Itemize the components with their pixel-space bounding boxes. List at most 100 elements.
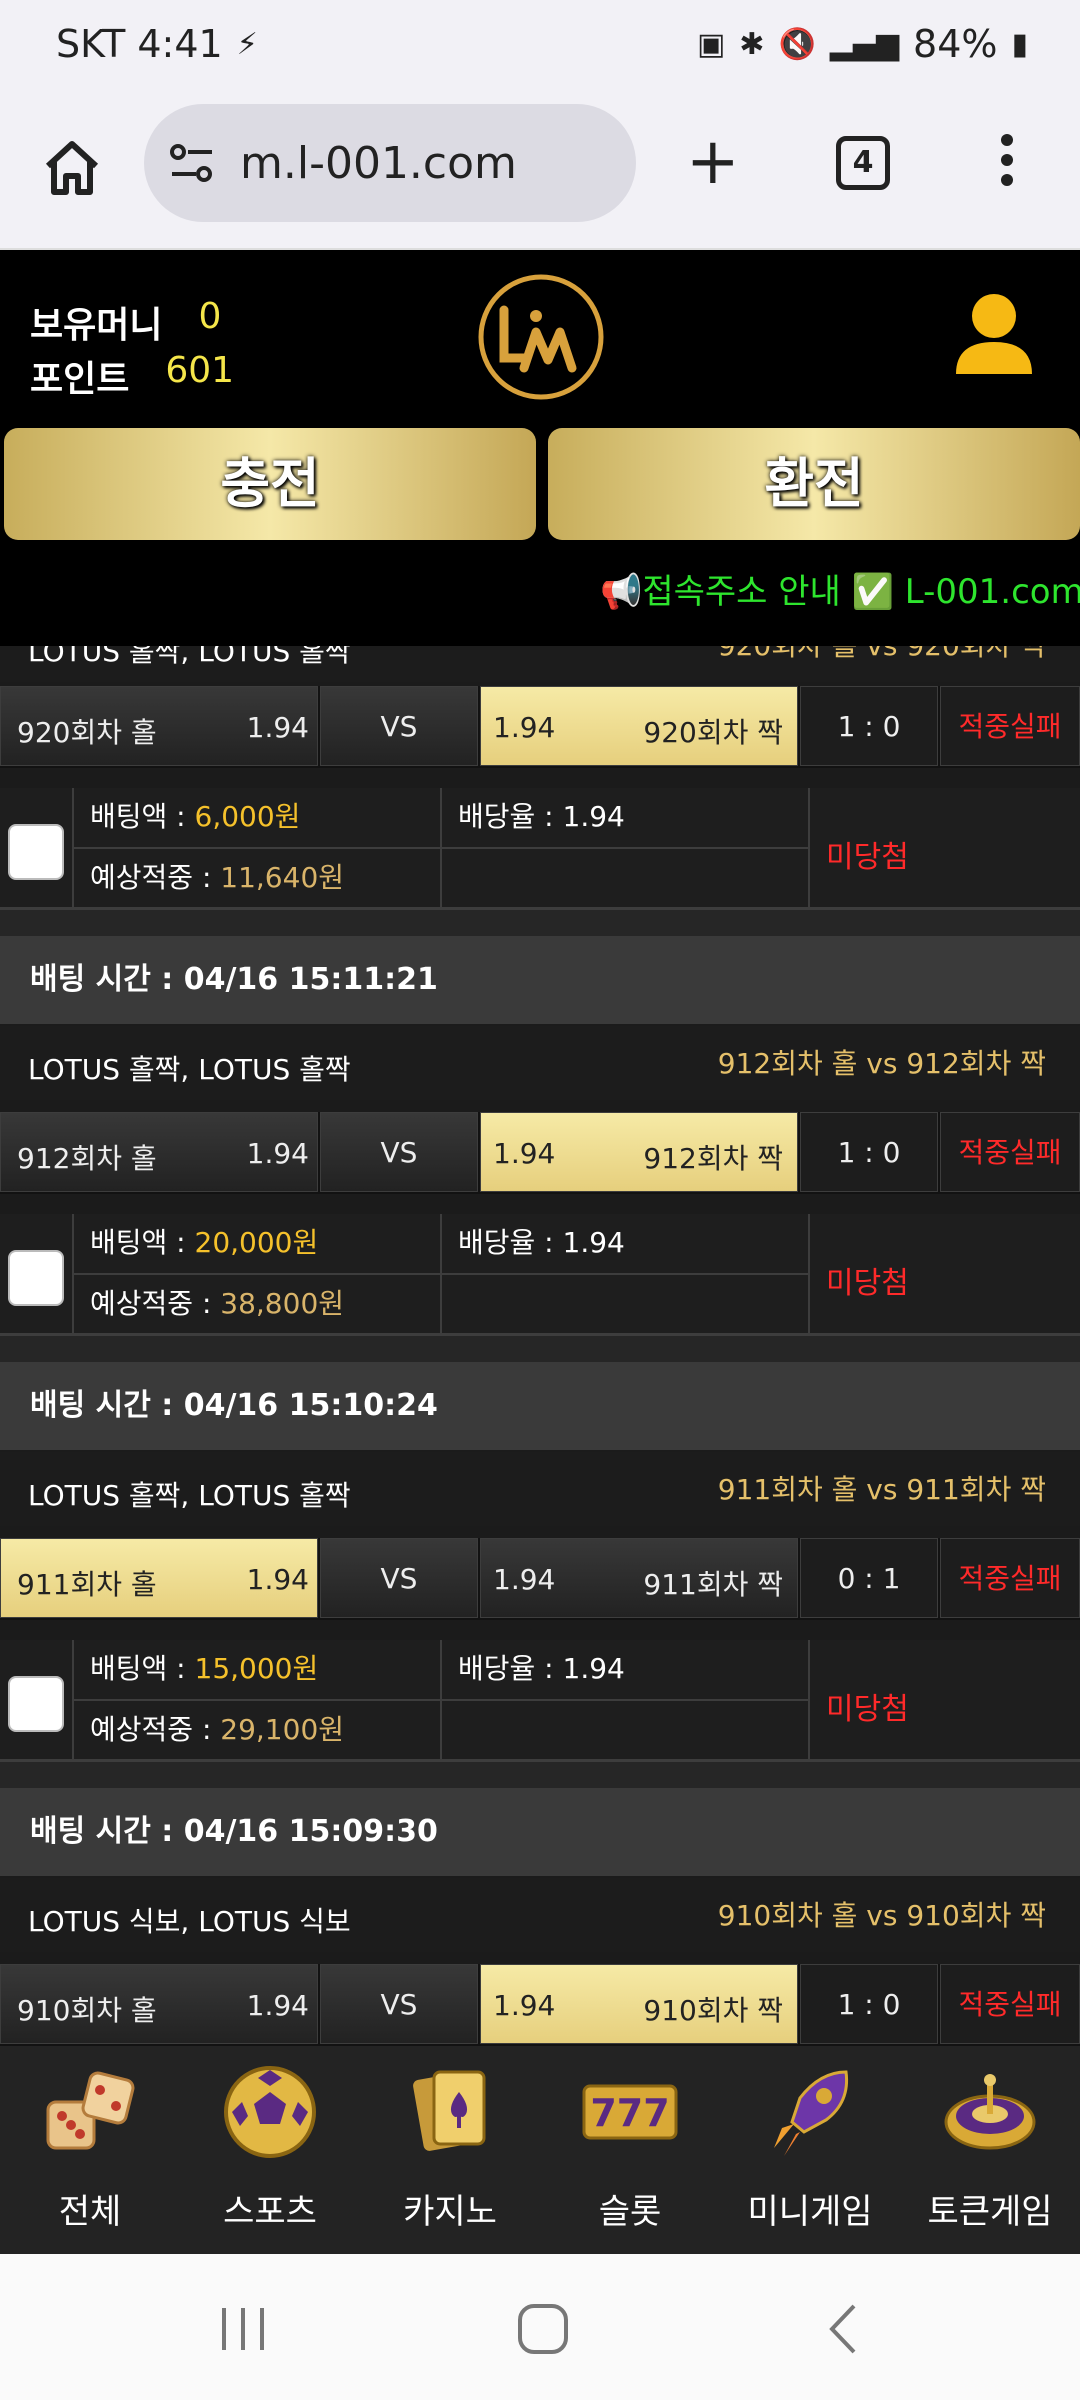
- expected-label: 예상적중 :: [90, 861, 221, 894]
- away-odds: 1.94: [493, 1563, 556, 1596]
- nav-label: 카지노: [403, 2192, 497, 2232]
- home-option[interactable]: 912회차 홀 1.94: [0, 1112, 318, 1192]
- round-vs-info: 911회차 홀 vs 911회차 짝: [717, 1473, 1046, 1506]
- away-option-selected[interactable]: 1.94 920회차 짝: [480, 686, 798, 766]
- bluetooth-icon: ✱: [739, 26, 765, 62]
- notice-marquee: 📢접속주소 안내 ✅ L-001.com: [600, 572, 1080, 612]
- separator: [0, 1336, 1080, 1362]
- game-name: LOTUS 홀짝, LOTUS 홀짝: [28, 646, 351, 668]
- expected-value: 11,640원: [220, 861, 345, 894]
- browser-toolbar: m.l-001.com + 4: [0, 96, 1080, 250]
- away-option[interactable]: 1.94 911회차 짝: [480, 1538, 798, 1618]
- bet-select-checkbox[interactable]: [8, 1250, 64, 1306]
- expected-win-cell: 예상적중 : 38,800원: [74, 1275, 442, 1336]
- away-option-selected[interactable]: 1.94 910회차 짝: [480, 1964, 798, 2044]
- round-vs-info: 910회차 홀 vs 910회차 짝: [717, 1899, 1046, 1932]
- vs-divider: VS: [320, 1112, 478, 1192]
- bet-time-header: 배팅 시간 : 04/16 15:10:24: [0, 1362, 1080, 1450]
- lte-signal-icon: ▂▄▆: [829, 26, 900, 62]
- home-label: 910회차 홀: [17, 1994, 157, 2027]
- money-label: 보유머니: [30, 305, 163, 346]
- bet-amount-cell: 배팅액 : 6,000원: [74, 788, 442, 849]
- win-status: 미당첨: [826, 1266, 909, 1301]
- points-label: 포인트: [30, 359, 130, 400]
- separator: [0, 1762, 1080, 1788]
- away-option-selected[interactable]: 1.94 912회차 짝: [480, 1112, 798, 1192]
- home-label: 920회차 홀: [17, 716, 157, 749]
- home-option-selected[interactable]: 911회차 홀 1.94: [0, 1538, 318, 1618]
- game-name: LOTUS 홀짝, LOTUS 홀짝: [28, 1053, 351, 1086]
- away-label: 920회차 짝: [643, 716, 783, 749]
- nav-label: 스포츠: [223, 2192, 317, 2232]
- svg-text:777: 777: [590, 2091, 669, 2135]
- address-bar[interactable]: m.l-001.com: [144, 104, 636, 222]
- bottom-category-nav: 전체 스포츠 카지노 777 슬롯 미니게임 토큰게임: [0, 2046, 1080, 2254]
- bet-select-checkbox[interactable]: [8, 1676, 64, 1732]
- home-label: 911회차 홀: [17, 1568, 157, 1601]
- expected-win-cell: 예상적중 : 11,640원: [74, 849, 442, 910]
- home-nav-icon[interactable]: [508, 2294, 578, 2364]
- score: 1 : 0: [800, 686, 938, 766]
- result-status: 적중실패: [940, 1538, 1080, 1618]
- status-bar: SKT 4:41 ⚡ ▣ ✱ 🔇 ▂▄▆ 84% ▮: [0, 0, 1080, 96]
- expected-label: 예상적중 :: [90, 1287, 221, 1320]
- rocket-icon: [774, 2070, 849, 2156]
- bet-select-checkbox[interactable]: [8, 824, 64, 880]
- charge-button[interactable]: 충전: [4, 428, 536, 540]
- home-icon[interactable]: [40, 136, 104, 200]
- odds-rate-cell: 배당율 : 1.94: [442, 1640, 810, 1701]
- system-navigation-bar: [0, 2254, 1080, 2400]
- recent-apps-icon[interactable]: [208, 2294, 278, 2364]
- nav-token-game[interactable]: 토큰게임: [900, 2046, 1080, 2254]
- bet-detail: 배팅액 : 20,000원 배당율 : 1.94 예상적중 : 38,800원 …: [0, 1214, 1080, 1336]
- nav-slot[interactable]: 777 슬롯: [540, 2046, 720, 2254]
- nav-minigame[interactable]: 미니게임: [720, 2046, 900, 2254]
- money-row: 보유머니 0: [30, 296, 221, 348]
- game-info-row: LOTUS 홀짝, LOTUS 홀짝 920회차 홀 vs 920회차 짝: [0, 646, 1080, 682]
- more-menu-icon[interactable]: [994, 134, 1020, 194]
- user-profile-icon[interactable]: [952, 292, 1036, 378]
- dice-icon: [46, 2071, 135, 2150]
- new-tab-icon[interactable]: +: [686, 130, 740, 194]
- status-left: SKT 4:41 ⚡: [56, 22, 258, 66]
- no-signal-alert-icon: ⚡: [236, 26, 258, 62]
- cards-icon: [413, 2070, 486, 2151]
- bet-detail-grid: 배팅액 : 20,000원 배당율 : 1.94 예상적중 : 38,800원: [72, 1214, 810, 1336]
- away-odds: 1.94: [493, 1137, 556, 1170]
- carrier-time: SKT 4:41: [56, 22, 223, 66]
- bet-amount-cell: 배팅액 : 15,000원: [74, 1640, 442, 1701]
- battery-icon: ▮: [1011, 26, 1028, 62]
- home-odds: 1.94: [246, 1989, 309, 2022]
- home-odds: 1.94: [246, 711, 309, 744]
- battery-percent: 84%: [913, 22, 998, 66]
- round-vs-info: 912회차 홀 vs 912회차 짝: [717, 1047, 1046, 1080]
- nav-all[interactable]: 전체: [0, 2046, 180, 2254]
- nav-sports[interactable]: 스포츠: [180, 2046, 360, 2254]
- home-option[interactable]: 920회차 홀 1.94: [0, 686, 318, 766]
- bet-amount-label: 배팅액 :: [90, 800, 195, 833]
- odds-rate-cell: 배당율 : 1.94: [442, 788, 810, 849]
- nav-casino[interactable]: 카지노: [360, 2046, 540, 2254]
- home-odds: 1.94: [246, 1137, 309, 1170]
- away-odds: 1.94: [493, 1989, 556, 2022]
- home-option[interactable]: 910회차 홀 1.94: [0, 1964, 318, 2044]
- result-status: 적중실패: [940, 686, 1080, 766]
- site-logo[interactable]: [474, 270, 608, 404]
- score: 1 : 0: [800, 1112, 938, 1192]
- round-vs-info: 920회차 홀 vs 920회차 짝: [718, 646, 1046, 664]
- bet-amount-value: 6,000원: [194, 800, 301, 833]
- game-info-row: LOTUS 식보, LOTUS 식보 910회차 홀 vs 910회차 짝: [0, 1878, 1080, 1952]
- win-status: 미당첨: [826, 1692, 909, 1727]
- bet-amount-cell: 배팅액 : 20,000원: [74, 1214, 442, 1275]
- vs-divider: VS: [320, 1538, 478, 1618]
- tab-switcher-button[interactable]: 4: [836, 136, 890, 190]
- site-settings-icon[interactable]: [168, 142, 216, 186]
- expected-win-cell: 예상적중 : 29,100원: [74, 1701, 442, 1762]
- away-label: 911회차 짝: [643, 1568, 783, 1601]
- away-odds: 1.94: [493, 711, 556, 744]
- nav-label: 슬롯: [598, 2192, 662, 2232]
- exchange-button[interactable]: 환전: [548, 428, 1080, 540]
- odds-row: 910회차 홀 1.94 VS 1.94 910회차 짝 1 : 0 적중실패: [0, 1964, 1080, 2046]
- back-icon[interactable]: [810, 2294, 880, 2364]
- game-name: LOTUS 홀짝, LOTUS 홀짝: [28, 1479, 351, 1512]
